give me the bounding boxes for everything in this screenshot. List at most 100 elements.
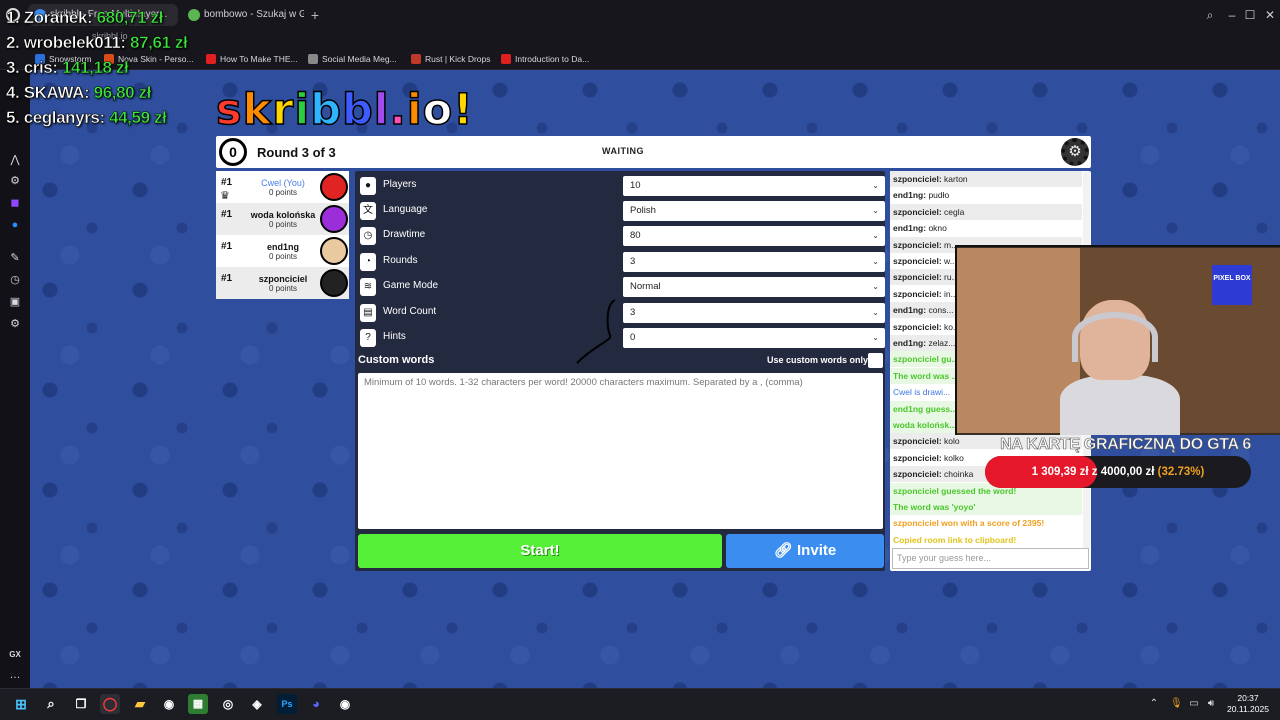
chat-username: szponciciel: <box>893 206 942 217</box>
bookmark-item[interactable]: Introduction to Da... <box>501 52 589 66</box>
invite-button[interactable]: 🔗︎ Invite <box>726 534 884 568</box>
language-select[interactable]: Polish ⌄ <box>623 201 885 221</box>
discord-icon[interactable]: ◕ <box>306 694 326 714</box>
chat-username: end1ng: <box>893 190 927 201</box>
address-bar[interactable] <box>0 30 1280 48</box>
game-topbar <box>216 136 1091 168</box>
leaderboard-entry: 3. cris: 141,18 zł <box>6 58 129 78</box>
custom-words-textarea[interactable]: Minimum of 10 words. 1-32 characters per… <box>358 373 883 529</box>
sidebar-cube-icon[interactable]: ▣ <box>8 295 22 309</box>
leaderboard-entry: 5. ceglanyrs: 44,59 zł <box>6 108 167 128</box>
bookmark-item[interactable]: Social Media Meg... <box>308 52 397 66</box>
player-row[interactable]: #1 szponciciel 0 points <box>216 267 349 299</box>
setting-label: Language <box>383 204 428 215</box>
player-points: 0 points <box>268 252 298 261</box>
chat-username: szponciciel: <box>893 321 942 332</box>
gamemode-icon: ≋ <box>360 278 376 296</box>
tray-chevron-icon[interactable]: ⌃ <box>1148 698 1160 710</box>
new-tab-button[interactable]: + <box>308 6 322 24</box>
search-icon[interactable]: ⌕ <box>1202 7 1218 23</box>
chat-text: szponciciel won with a score of 2395! <box>893 518 1045 529</box>
steam-icon[interactable]: ◉ <box>159 694 179 714</box>
sidebar-more-icon[interactable]: … <box>8 668 22 682</box>
sidebar-history-icon[interactable]: ◷ <box>8 273 22 287</box>
chat-username: end1ng: <box>893 223 927 234</box>
settings-gear-icon[interactable]: ⚙ <box>1061 138 1089 166</box>
chat-username: szponciciel: <box>893 239 942 250</box>
custom-words-label: Custom words <box>358 354 435 366</box>
setting-language: 文 Language Polish ⌄ <box>355 199 885 223</box>
use-custom-words-checkbox[interactable] <box>868 353 883 368</box>
setting-label: Hints <box>383 331 406 342</box>
sidebar-aria-icon[interactable]: ⋀ <box>8 153 22 167</box>
rounds-icon: ◔ <box>360 253 376 271</box>
task-view-icon[interactable]: ❐ <box>71 694 91 714</box>
drawtime-select[interactable]: 80 ⌄ <box>623 226 885 246</box>
chat-username: szponciciel: <box>893 436 942 447</box>
chat-message: The word was 'yoyo' <box>890 499 1082 515</box>
player-avatar <box>320 269 348 297</box>
close-button[interactable]: ✕ <box>1262 7 1278 23</box>
start-button[interactable]: Start! <box>358 534 722 568</box>
drawing-stroke <box>576 299 616 364</box>
setting-label: Word Count <box>383 306 437 317</box>
chat-username: szponciciel: <box>893 469 942 480</box>
sidebar-gx-icon[interactable]: GX <box>8 648 22 662</box>
minimize-button[interactable]: – <box>1224 7 1240 23</box>
network-icon[interactable]: ▭ <box>1188 698 1200 710</box>
chat-text: szponciciel gu... <box>893 354 959 365</box>
steam-icon[interactable]: ◉ <box>335 694 355 714</box>
chat-message: szponciciel: karton <box>890 171 1082 187</box>
taskbar-clock[interactable]: 20:37 20.11.2025 <box>1220 693 1276 715</box>
maximize-button[interactable]: ☐ <box>1242 7 1258 23</box>
player-avatar <box>320 205 348 233</box>
gamemode-select[interactable]: Normal ⌄ <box>623 277 885 297</box>
chat-text: karton <box>944 174 968 184</box>
bookmark-item[interactable]: Rust | Kick Drops <box>411 52 491 66</box>
guess-input[interactable]: Type your guess here... <box>892 548 1089 569</box>
player-name: end1ng <box>266 242 299 252</box>
players-select[interactable]: 10 ⌄ <box>623 176 885 196</box>
sidebar-extensions-icon[interactable]: ⚙ <box>8 317 22 331</box>
minecraft-icon[interactable]: ▦ <box>188 694 208 714</box>
skribbl-logo: skribbl.io! <box>215 85 474 135</box>
app-icon[interactable]: ◈ <box>247 694 267 714</box>
player-rank: #1 <box>221 177 233 188</box>
sidebar-twitch-icon[interactable]: ◼ <box>8 196 22 210</box>
hints-select[interactable]: 0 ⌄ <box>623 328 885 348</box>
chat-username: szponciciel: <box>893 256 942 266</box>
person-icon: ● <box>360 177 376 195</box>
chat-message: Copied room link to clipboard! <box>890 532 1082 548</box>
sidebar-messenger-icon[interactable]: ● <box>8 218 22 232</box>
opera-gx-icon[interactable]: ◯ <box>100 694 120 714</box>
rounds-select[interactable]: 3 ⌄ <box>623 252 885 272</box>
player-row[interactable]: #1 end1ng 0 points <box>216 235 349 267</box>
player-points: 0 points <box>268 188 298 197</box>
chat-message: end1ng: okno <box>890 220 1082 236</box>
bookmark-item[interactable]: How To Make THE... <box>206 52 298 66</box>
chat-text: cegla <box>944 206 965 217</box>
wordcount-select[interactable]: 3 ⌄ <box>623 303 885 323</box>
photoshop-icon[interactable]: Ps <box>277 694 297 714</box>
browser-icon[interactable]: ◎ <box>218 694 238 714</box>
chat-text: pudło <box>928 190 950 201</box>
windows-start-icon[interactable]: ⊞ <box>11 694 31 714</box>
crown-icon: ♛ <box>220 190 230 202</box>
sidebar-pen-icon[interactable]: ✎ <box>8 251 22 265</box>
chat-text: choinka <box>944 469 974 480</box>
timer-clock-icon: 0 <box>219 138 247 166</box>
tab-google[interactable]: bombowo - Szukaj w Goo... <box>182 4 304 26</box>
chat-message: szponciciel: cegla <box>890 203 1082 220</box>
chat-username: end1ng: <box>893 305 927 316</box>
hint-icon: ? <box>360 329 376 347</box>
player-row[interactable]: #1 woda kolońska 0 points <box>216 203 349 235</box>
clock-time: 20:37 <box>1237 693 1259 703</box>
player-row[interactable]: #1 ♛ Cwel (You) 0 points <box>216 171 349 203</box>
player-points: 0 points <box>268 284 298 293</box>
search-icon[interactable]: ⌕ <box>41 694 61 714</box>
microphone-icon[interactable]: 🎙︎ <box>1170 698 1183 710</box>
file-explorer-icon[interactable]: ▰ <box>130 694 150 714</box>
chat-text: The word was 'yoyo' <box>893 502 976 512</box>
sidebar-settings-icon[interactable]: ⚙ <box>8 174 22 188</box>
volume-icon[interactable]: 🔊︎ <box>1205 698 1217 710</box>
